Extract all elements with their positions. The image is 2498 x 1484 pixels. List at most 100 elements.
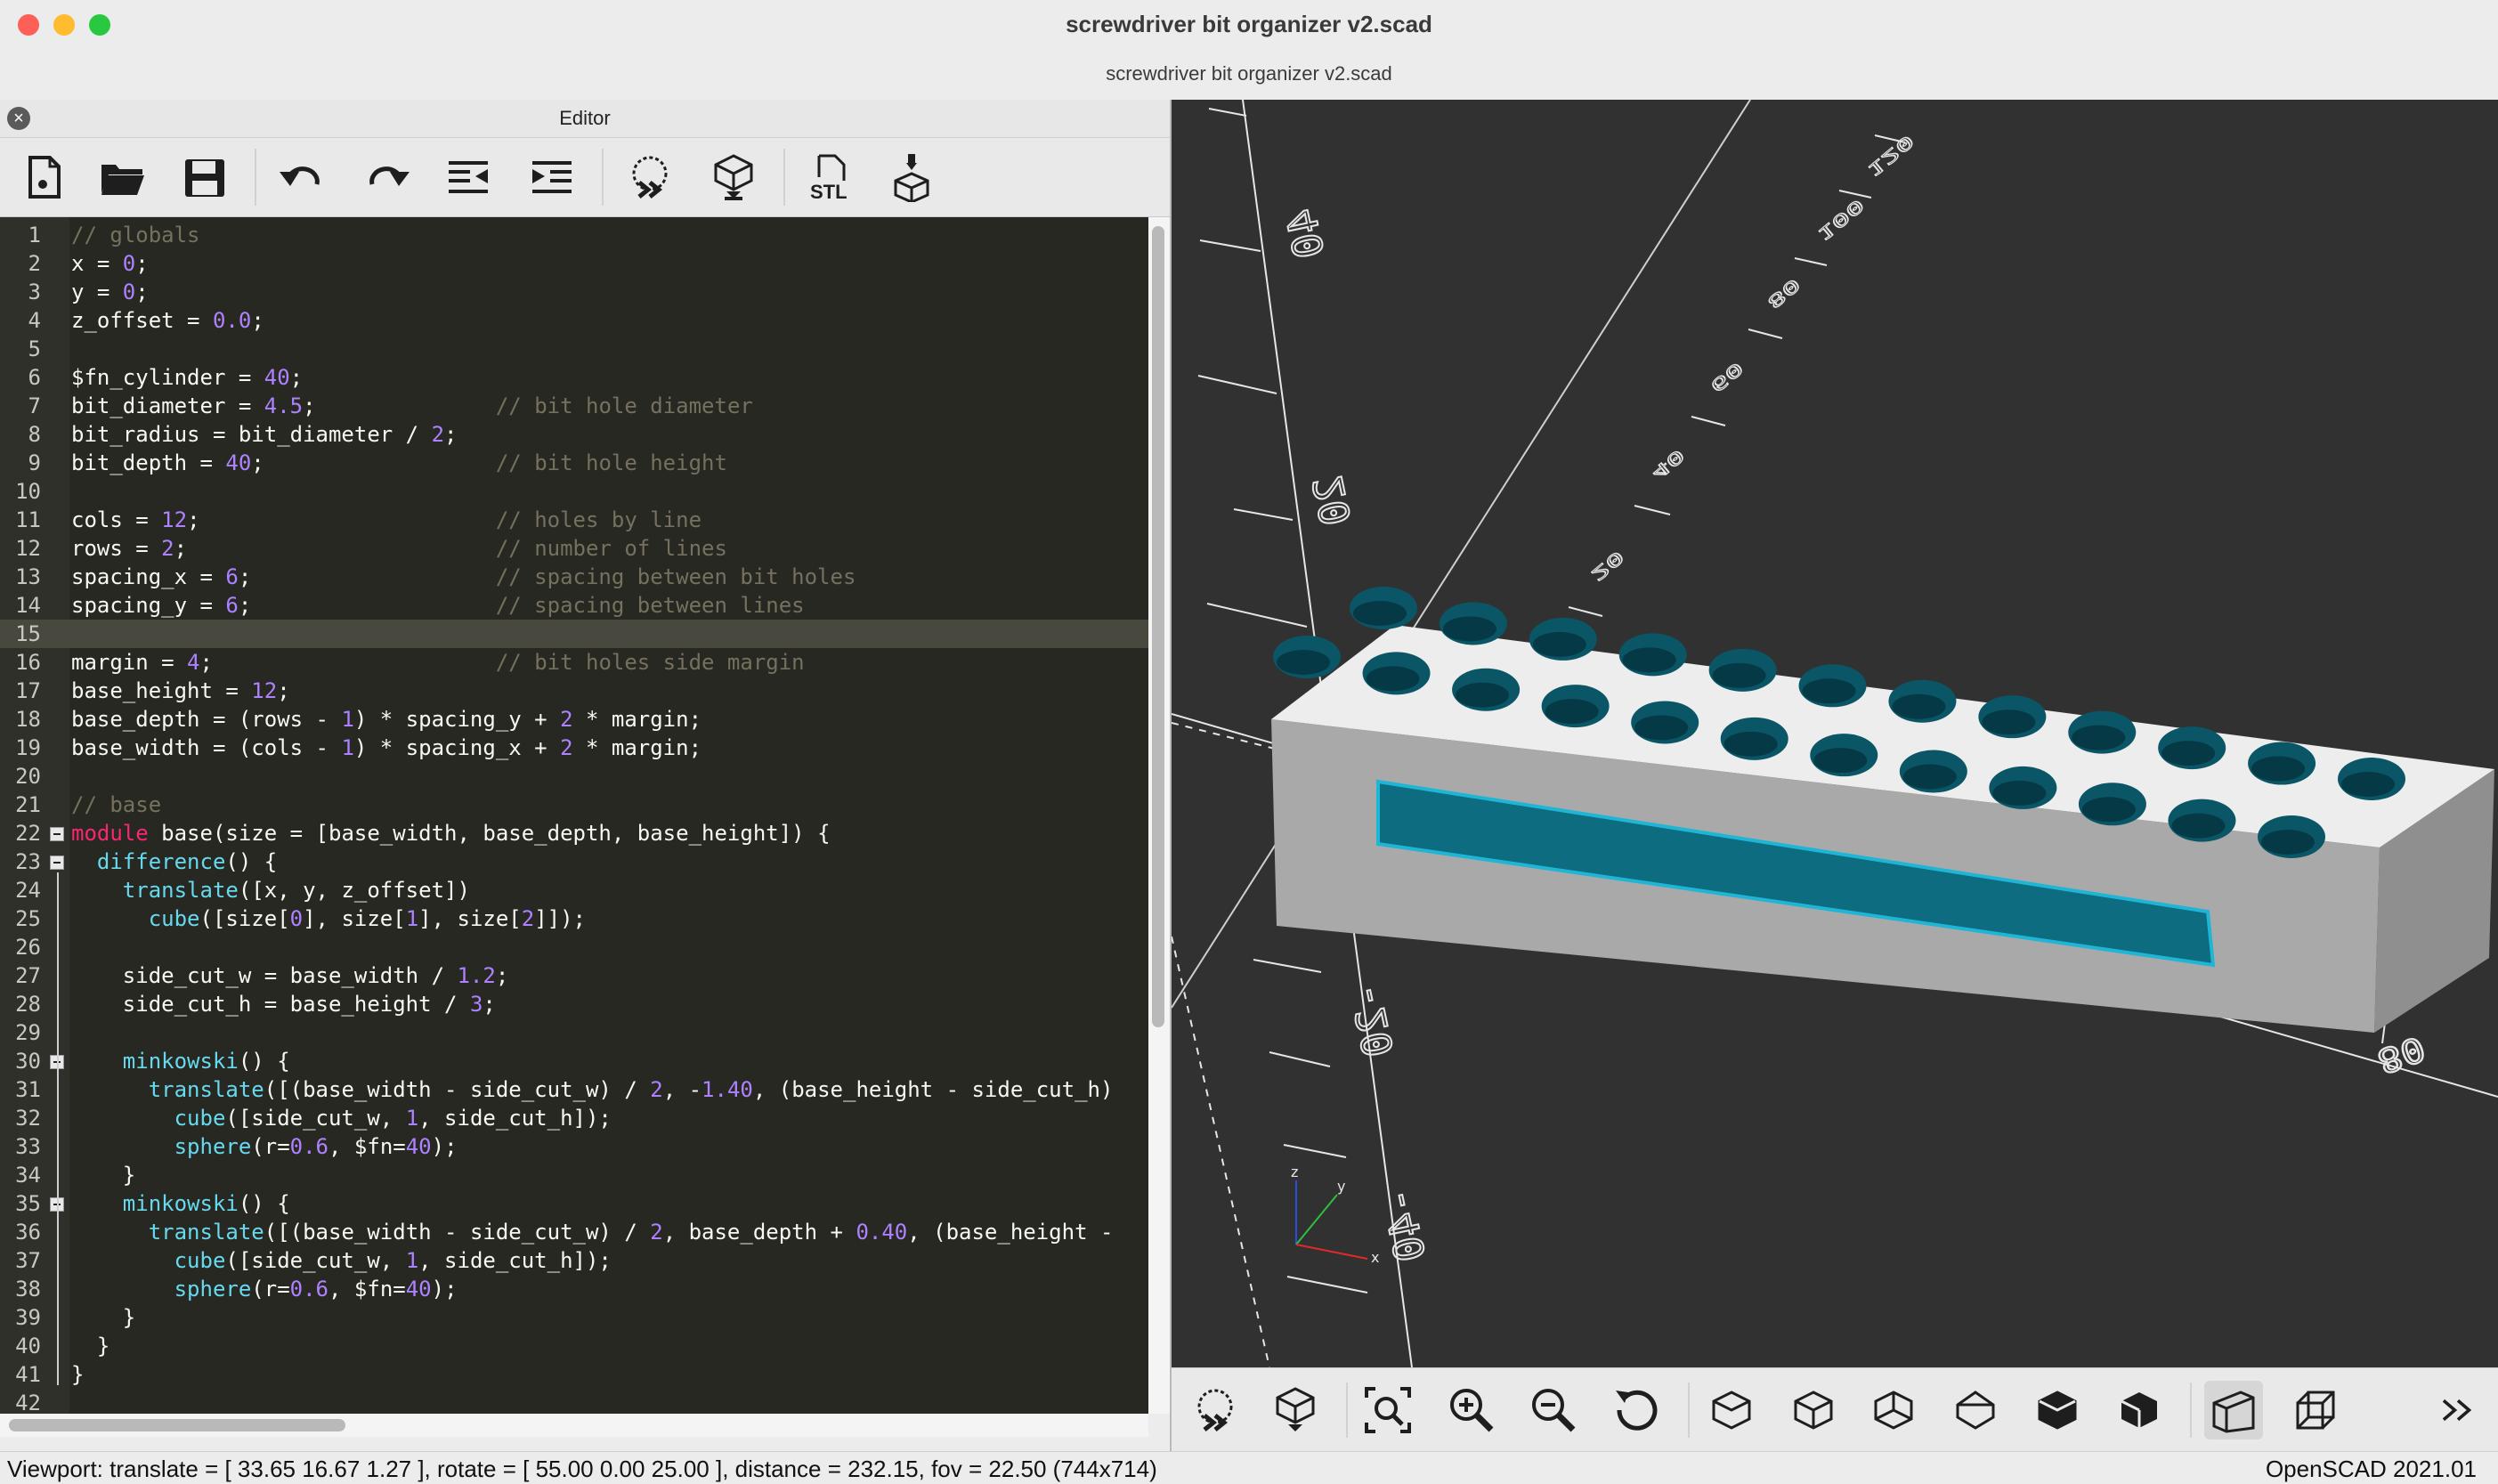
viewport-scene: 40 20 -20 -40 20 40 60 80 100 120 80 z y… xyxy=(1172,100,2498,1367)
bit-hole-shadow xyxy=(2341,772,2395,797)
send-to-printer-icon[interactable] xyxy=(881,147,942,207)
line-number: 21 xyxy=(15,792,41,817)
code-line[interactable]: 10 xyxy=(0,477,1148,506)
code-line[interactable]: 8 bit_radius = bit_diameter / 2; xyxy=(0,420,1148,449)
preview-icon[interactable] xyxy=(1186,1381,1245,1439)
code-line[interactable]: 2 x = 0; xyxy=(0,249,1148,278)
axis-label: -20 xyxy=(1341,979,1403,1062)
code-line[interactable]: 26 xyxy=(0,933,1148,961)
code-line[interactable]: 13 spacing_x = 6; // spacing between bit … xyxy=(0,563,1148,591)
bit-hole-shadow xyxy=(1353,601,1407,626)
3d-viewport[interactable]: 40 20 -20 -40 20 40 60 80 100 120 80 z y… xyxy=(1172,100,2498,1367)
view-all-icon[interactable] xyxy=(1358,1381,1417,1439)
perspective-icon[interactable] xyxy=(2204,1381,2263,1439)
axis-label: -40 xyxy=(1373,1184,1435,1267)
organizer-model[interactable] xyxy=(1271,587,2494,1033)
code-line[interactable]: 27 side_cut_w = base_width / 1.2; xyxy=(0,961,1148,990)
code-line[interactable]: 23 difference() { xyxy=(0,847,1148,876)
new-file-icon[interactable] xyxy=(14,147,75,207)
code-line[interactable]: 25 cube([size[0], size[1], size[2]]); xyxy=(0,904,1148,933)
code-line[interactable]: 38 sphere(r=0.6, $fn=40); xyxy=(0,1275,1148,1303)
code-line[interactable]: 18 base_depth = (rows - 1) * spacing_y + … xyxy=(0,705,1148,734)
code-line[interactable]: 28 side_cut_h = base_height / 3; xyxy=(0,990,1148,1018)
unindent-icon[interactable] xyxy=(438,147,499,207)
zoom-in-icon[interactable] xyxy=(1442,1381,1501,1439)
redo-icon[interactable] xyxy=(356,147,417,207)
code-text: margin = 4; // bit holes side margin xyxy=(71,650,805,675)
code-line[interactable]: 6 $fn_cylinder = 40; xyxy=(0,363,1148,392)
orthogonal-icon[interactable] xyxy=(2286,1381,2345,1439)
code-line[interactable]: 1 // globals xyxy=(0,221,1148,249)
code-text: } xyxy=(71,1362,85,1387)
code-line[interactable]: 35 minkowski() { xyxy=(0,1189,1148,1218)
editor-horizontal-scroll-thumb[interactable] xyxy=(9,1419,345,1431)
code-text: cube([side_cut_w, 1, side_cut_h]); xyxy=(174,1248,612,1273)
code-line[interactable]: 31 translate([(base_width - side_cut_w) … xyxy=(0,1075,1148,1104)
code-line[interactable]: 19 base_width = (cols - 1) * spacing_x + … xyxy=(0,734,1148,762)
code-editor[interactable]: 1 // globals 2 x = 0; 3 y = 0; 4 z_offset = 0.0… xyxy=(0,217,1148,1414)
zoom-out-icon[interactable] xyxy=(1524,1381,1583,1439)
view-front-icon[interactable] xyxy=(2028,1381,2087,1439)
bit-hole-shadow xyxy=(2081,797,2136,823)
document-tab-title[interactable]: screwdriver bit organizer v2.scad xyxy=(0,62,2498,85)
editor-horizontal-scrollbar[interactable] xyxy=(0,1414,1148,1437)
code-line[interactable]: 11 cols = 12; // holes by line xyxy=(0,506,1148,534)
code-line[interactable]: 3 y = 0; xyxy=(0,278,1148,306)
code-line[interactable]: 22 module base(size = [base_width, base_d… xyxy=(0,819,1148,847)
more-icon[interactable] xyxy=(2436,1381,2480,1439)
line-number: 39 xyxy=(15,1305,41,1330)
code-line[interactable]: 12 rows = 2; // number of lines xyxy=(0,534,1148,563)
fold-toggle-icon[interactable] xyxy=(50,856,64,870)
code-line[interactable]: 15 xyxy=(0,620,1148,648)
code-line[interactable]: 33 sphere(r=0.6, $fn=40); xyxy=(0,1132,1148,1161)
code-line[interactable]: 42 xyxy=(0,1389,1148,1414)
code-line[interactable]: 37 cube([side_cut_w, 1, side_cut_h]); xyxy=(0,1246,1148,1275)
code-line[interactable]: 9 bit_depth = 40; // bit hole height xyxy=(0,449,1148,477)
reset-view-icon[interactable] xyxy=(1608,1381,1667,1439)
undo-icon[interactable] xyxy=(272,147,333,207)
code-line[interactable]: 17 base_height = 12; xyxy=(0,677,1148,705)
save-icon[interactable] xyxy=(174,147,235,207)
code-line[interactable]: 34 } xyxy=(0,1161,1148,1189)
axis-dashed-line-x xyxy=(1172,722,1279,750)
editor-toolbar: STL xyxy=(0,138,1170,217)
code-line[interactable]: 5 xyxy=(0,335,1148,363)
fold-toggle-icon[interactable] xyxy=(50,827,64,841)
view-back-icon[interactable] xyxy=(2110,1381,2169,1439)
code-line[interactable]: 24 translate([x, y, z_offset]) xyxy=(0,876,1148,904)
render-icon[interactable] xyxy=(703,147,764,207)
code-text: side_cut_h = base_height / 3; xyxy=(71,992,496,1017)
render-icon[interactable] xyxy=(1266,1381,1325,1439)
open-file-icon[interactable] xyxy=(93,147,153,207)
code-line[interactable]: 14 spacing_y = 6; // spacing between line… xyxy=(0,591,1148,620)
code-line[interactable]: 29 xyxy=(0,1018,1148,1047)
editor-vertical-scroll-thumb[interactable] xyxy=(1152,226,1164,1027)
code-line[interactable]: 30 minkowski() { xyxy=(0,1047,1148,1075)
view-left-icon[interactable] xyxy=(1946,1381,2005,1439)
code-line[interactable]: 41} xyxy=(0,1360,1148,1389)
line-number: 8 xyxy=(28,422,41,447)
code-line[interactable]: 40 } xyxy=(0,1332,1148,1360)
code-line[interactable]: 16 margin = 4; // bit holes side margin xyxy=(0,648,1148,677)
code-line[interactable]: 32 cube([side_cut_w, 1, side_cut_h]); xyxy=(0,1104,1148,1132)
line-number: 37 xyxy=(15,1248,41,1273)
line-number: 41 xyxy=(15,1362,41,1387)
indent-icon[interactable] xyxy=(522,147,582,207)
view-bottom-icon[interactable] xyxy=(1864,1381,1923,1439)
code-line[interactable]: 20 xyxy=(0,762,1148,791)
preview-icon[interactable] xyxy=(620,147,680,207)
code-line[interactable]: 7 bit_diameter = 4.5; // bit hole diamete… xyxy=(0,392,1148,420)
axis-label: 20 xyxy=(1303,472,1360,530)
export-stl-icon[interactable]: STL xyxy=(801,147,862,207)
code-line[interactable]: 4 z_offset = 0.0; xyxy=(0,306,1148,335)
code-line[interactable]: 39 } xyxy=(0,1303,1148,1332)
view-top-icon[interactable] xyxy=(1784,1381,1843,1439)
editor-vertical-scrollbar[interactable] xyxy=(1148,217,1170,1414)
code-line[interactable]: 36 translate([(base_width - side_cut_w) … xyxy=(0,1218,1148,1246)
axis-dashed-line xyxy=(1172,936,1270,1367)
line-number: 33 xyxy=(15,1134,41,1159)
view-right-icon[interactable] xyxy=(1702,1381,1761,1439)
code-line[interactable]: 21 // base xyxy=(0,791,1148,819)
line-number: 19 xyxy=(15,735,41,760)
viewport-status: Viewport: translate = [ 33.65 16.67 1.27… xyxy=(7,1456,1157,1482)
